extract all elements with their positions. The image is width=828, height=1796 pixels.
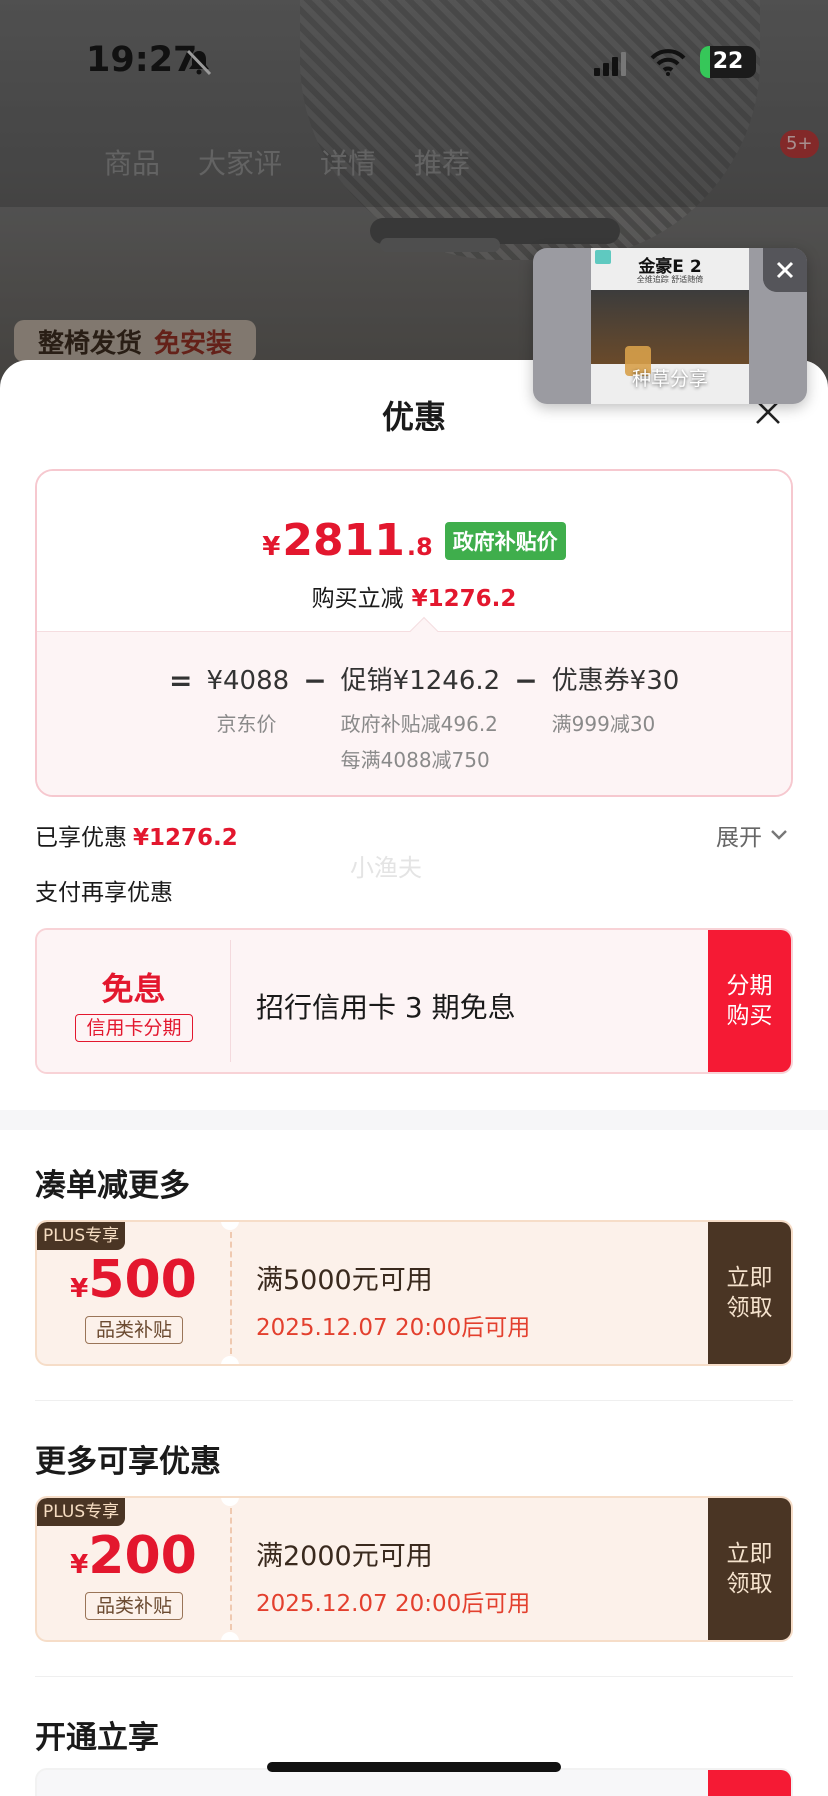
credit-installment-tag: 信用卡分期	[75, 1014, 193, 1042]
promo-detail-1: 政府补贴减496.2	[340, 712, 498, 736]
claim-button[interactable]: 立即 领取	[708, 1498, 791, 1640]
section-title-more-offers: 更多可享优惠	[35, 1444, 221, 1480]
bell-slash-icon	[186, 49, 212, 76]
battery-icon: 22	[700, 46, 756, 78]
video-subtitle: 全维追踪 舒适随倚	[636, 275, 704, 284]
pay-more-label: 支付再享优惠	[35, 880, 173, 906]
minus-sign: −	[303, 664, 327, 697]
video-caption: 种草分享	[631, 368, 708, 390]
battery-level: 22	[712, 49, 744, 74]
final-price: ¥ 2811 .8 政府补贴价	[37, 515, 791, 566]
gov-subsidy-tag: 政府补贴价	[444, 521, 566, 560]
price-formula: = ¥4088 京东价 − 促销¥1246.2 政府补贴减496.2 每满408…	[169, 663, 679, 773]
price-breakdown-card: ¥ 2811 .8 政府补贴价 购买立减 ¥1276.2 = ¥4088 京东价 …	[35, 469, 793, 797]
plus-badge: PLUS专享	[37, 1498, 126, 1526]
section-title-open-now: 开通立享	[35, 1720, 159, 1756]
section-title-more-reduce: 凑单减更多	[35, 1168, 190, 1204]
close-icon[interactable]	[763, 248, 807, 292]
partial-coupon	[35, 1768, 793, 1796]
video-picture	[591, 290, 749, 376]
coupon-condition: 满5000元可用	[256, 1265, 433, 1296]
status-bar: 19:27 22	[0, 0, 828, 120]
plus-coupon-200: PLUS专享 ¥200 品类补贴 满2000元可用 2025.12.07 20:…	[35, 1496, 793, 1642]
installment-coupon: 免息 信用卡分期 招行信用卡 3 期免息 分期 购买	[35, 928, 793, 1074]
section-gap	[0, 1110, 828, 1130]
equals-sign: =	[169, 664, 193, 697]
coupon-detail: 满999减30	[551, 712, 656, 736]
coupon-condition: 满2000元可用	[256, 1541, 433, 1572]
coupon-date: 2025.12.07 20:00后可用	[256, 1591, 531, 1617]
interest-free-label: 免息	[101, 970, 166, 1008]
discount-sheet: 优惠 ¥ 2811 .8 政府补贴价 购买立减 ¥1276.2 = ¥4088 京…	[0, 360, 828, 1796]
enjoyed-discount: 已享优惠 ¥1276.2	[35, 825, 238, 851]
installment-description: 招行信用卡 3 期免息	[256, 991, 516, 1024]
signal-icon	[594, 52, 626, 76]
wifi-icon	[650, 49, 686, 76]
instant-reduce: 购买立减 ¥1276.2	[311, 586, 517, 612]
home-indicator[interactable]	[267, 1762, 561, 1772]
plus-badge: PLUS专享	[37, 1222, 126, 1250]
floating-video[interactable]: 金豪E 2 全维追踪 舒适随倚 种草分享	[533, 248, 807, 404]
expand-label: 展开	[716, 825, 762, 851]
watermark-text: 小渔夫	[350, 854, 422, 882]
expand-toggle[interactable]: 展开	[716, 818, 788, 852]
coupon-value: 优惠券¥30	[551, 666, 680, 696]
partial-coupon-button[interactable]	[708, 1770, 791, 1796]
installment-buy-button[interactable]: 分期 购买	[708, 930, 791, 1072]
promo-value: 促销¥1246.2	[340, 666, 501, 696]
chevron-down-icon	[771, 830, 787, 840]
divider	[35, 1676, 793, 1677]
claim-button[interactable]: 立即 领取	[708, 1222, 791, 1364]
minus-sign: −	[514, 664, 538, 697]
status-time: 19:27	[86, 40, 198, 80]
base-price: ¥4088	[206, 666, 290, 696]
coupon-amount: ¥200	[70, 1526, 197, 1586]
category-subsidy-tag: 品类补贴	[85, 1592, 183, 1620]
plus-coupon-500: PLUS专享 ¥500 品类补贴 满5000元可用 2025.12.07 20:…	[35, 1220, 793, 1366]
promo-detail-2: 每满4088减750	[340, 748, 490, 772]
coupon-amount: ¥500	[70, 1250, 197, 1310]
coupon-date: 2025.12.07 20:00后可用	[256, 1315, 531, 1341]
base-price-label: 京东价	[216, 712, 277, 736]
category-subsidy-tag: 品类补贴	[85, 1316, 183, 1344]
divider	[35, 1400, 793, 1401]
